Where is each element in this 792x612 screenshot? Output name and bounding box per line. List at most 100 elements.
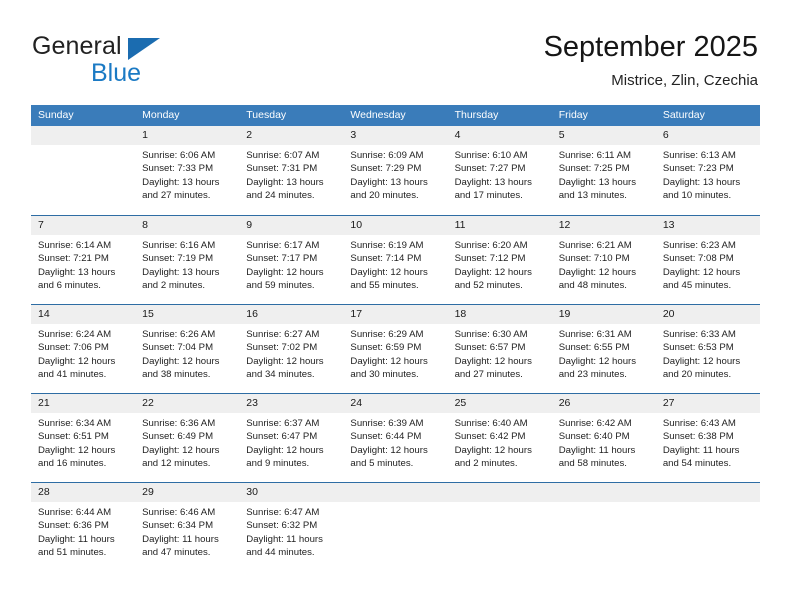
day-number: 9 bbox=[239, 216, 344, 235]
location-subtitle: Mistrice, Zlin, Czechia bbox=[611, 72, 758, 89]
week-row: 14 Sunrise: 6:24 AM Sunset: 7:06 PM Dayl… bbox=[31, 304, 760, 393]
day-details bbox=[552, 502, 656, 506]
day-cell[interactable]: 26 Sunrise: 6:42 AM Sunset: 6:40 PM Dayl… bbox=[551, 394, 656, 482]
day-cell[interactable]: 6 Sunrise: 6:13 AM Sunset: 7:23 PM Dayli… bbox=[655, 126, 760, 215]
day-details: Sunrise: 6:46 AM Sunset: 6:34 PM Dayligh… bbox=[135, 502, 239, 560]
sunset-text: Sunset: 6:59 PM bbox=[350, 342, 422, 354]
day-cell[interactable]: 18 Sunrise: 6:30 AM Sunset: 6:57 PM Dayl… bbox=[447, 305, 552, 393]
day-cell[interactable]: 7 Sunrise: 6:14 AM Sunset: 7:21 PM Dayli… bbox=[31, 216, 136, 304]
day-cell[interactable]: 30 Sunrise: 6:47 AM Sunset: 6:32 PM Dayl… bbox=[239, 483, 344, 571]
day-number: 1 bbox=[135, 126, 240, 145]
day-number: 18 bbox=[447, 305, 552, 324]
day-cell[interactable]: 3 Sunrise: 6:09 AM Sunset: 7:29 PM Dayli… bbox=[343, 126, 448, 215]
day-cell[interactable]: 11 Sunrise: 6:20 AM Sunset: 7:12 PM Dayl… bbox=[447, 216, 552, 304]
day-details bbox=[343, 502, 447, 506]
day-cell[interactable]: 15 Sunrise: 6:26 AM Sunset: 7:04 PM Dayl… bbox=[135, 305, 240, 393]
sunrise-text: Sunrise: 6:43 AM bbox=[662, 418, 736, 429]
sunrise-text: Sunrise: 6:29 AM bbox=[350, 329, 424, 340]
daylight-text-2: and 30 minutes. bbox=[350, 369, 419, 381]
sunset-text: Sunset: 6:38 PM bbox=[662, 431, 734, 443]
daylight-text-2: and 16 minutes. bbox=[38, 458, 107, 470]
weekday-header-saturday: Saturday bbox=[662, 109, 705, 121]
weekday-header-thursday: Thursday bbox=[454, 109, 499, 121]
day-cell[interactable]: 1 Sunrise: 6:06 AM Sunset: 7:33 PM Dayli… bbox=[135, 126, 240, 215]
day-cell[interactable]: 10 Sunrise: 6:19 AM Sunset: 7:14 PM Dayl… bbox=[343, 216, 448, 304]
day-cell[interactable] bbox=[551, 483, 656, 571]
day-cell[interactable] bbox=[655, 483, 760, 571]
day-number: 25 bbox=[447, 394, 552, 413]
sunset-text: Sunset: 7:08 PM bbox=[662, 253, 734, 265]
sunset-text: Sunset: 6:42 PM bbox=[454, 431, 526, 443]
sunset-text: Sunset: 6:32 PM bbox=[246, 520, 318, 532]
sunrise-text: Sunrise: 6:36 AM bbox=[142, 418, 216, 429]
day-cell[interactable]: 9 Sunrise: 6:17 AM Sunset: 7:17 PM Dayli… bbox=[239, 216, 344, 304]
daylight-text-2: and 6 minutes. bbox=[38, 280, 101, 292]
day-number: 22 bbox=[135, 394, 240, 413]
day-number: 6 bbox=[655, 126, 760, 145]
daylight-text-1: Daylight: 12 hours bbox=[142, 444, 220, 456]
day-cell[interactable]: 16 Sunrise: 6:27 AM Sunset: 7:02 PM Dayl… bbox=[239, 305, 344, 393]
day-number: 21 bbox=[31, 394, 136, 413]
sunset-text: Sunset: 7:17 PM bbox=[246, 253, 318, 265]
sunset-text: Sunset: 7:25 PM bbox=[558, 163, 630, 175]
daylight-text-1: Daylight: 13 hours bbox=[246, 176, 324, 188]
day-cell[interactable]: 19 Sunrise: 6:31 AM Sunset: 6:55 PM Dayl… bbox=[551, 305, 656, 393]
day-cell[interactable]: 20 Sunrise: 6:33 AM Sunset: 6:53 PM Dayl… bbox=[655, 305, 760, 393]
day-number: 4 bbox=[447, 126, 552, 145]
daylight-text-2: and 34 minutes. bbox=[246, 369, 315, 381]
day-cell[interactable]: 21 Sunrise: 6:34 AM Sunset: 6:51 PM Dayl… bbox=[31, 394, 136, 482]
day-cell[interactable]: 5 Sunrise: 6:11 AM Sunset: 7:25 PM Dayli… bbox=[551, 126, 656, 215]
daylight-text-2: and 47 minutes. bbox=[142, 547, 211, 559]
sunrise-text: Sunrise: 6:30 AM bbox=[454, 329, 528, 340]
sunset-text: Sunset: 6:57 PM bbox=[454, 342, 526, 354]
sunset-text: Sunset: 7:33 PM bbox=[142, 163, 214, 175]
day-number: 20 bbox=[655, 305, 760, 324]
sunrise-text: Sunrise: 6:19 AM bbox=[350, 240, 424, 251]
logo-triangle-icon bbox=[128, 38, 160, 60]
day-cell[interactable] bbox=[343, 483, 448, 571]
daylight-text-2: and 41 minutes. bbox=[38, 369, 107, 381]
day-cell[interactable]: 2 Sunrise: 6:07 AM Sunset: 7:31 PM Dayli… bbox=[239, 126, 344, 215]
day-cell[interactable]: 28 Sunrise: 6:44 AM Sunset: 6:36 PM Dayl… bbox=[31, 483, 136, 571]
weekday-header-monday: Monday bbox=[142, 109, 180, 121]
daylight-text-2: and 27 minutes. bbox=[142, 190, 211, 202]
day-cell[interactable]: 25 Sunrise: 6:40 AM Sunset: 6:42 PM Dayl… bbox=[447, 394, 552, 482]
daylight-text-1: Daylight: 11 hours bbox=[142, 533, 219, 545]
daylight-text-1: Daylight: 12 hours bbox=[38, 444, 116, 456]
day-cell[interactable]: 12 Sunrise: 6:21 AM Sunset: 7:10 PM Dayl… bbox=[551, 216, 656, 304]
daylight-text-1: Daylight: 12 hours bbox=[38, 355, 116, 367]
day-cell[interactable]: 22 Sunrise: 6:36 AM Sunset: 6:49 PM Dayl… bbox=[135, 394, 240, 482]
day-details: Sunrise: 6:19 AM Sunset: 7:14 PM Dayligh… bbox=[343, 235, 447, 293]
weekday-header-row: Sunday Monday Tuesday Wednesday Thursday… bbox=[31, 105, 760, 126]
sunset-text: Sunset: 6:34 PM bbox=[142, 520, 214, 532]
daylight-text-1: Daylight: 12 hours bbox=[350, 266, 428, 278]
daylight-text-2: and 9 minutes. bbox=[246, 458, 310, 470]
daylight-text-1: Daylight: 12 hours bbox=[454, 444, 532, 456]
daylight-text-1: Daylight: 12 hours bbox=[142, 355, 220, 367]
sunrise-text: Sunrise: 6:14 AM bbox=[38, 240, 112, 251]
day-number: 3 bbox=[343, 126, 448, 145]
sunrise-text: Sunrise: 6:24 AM bbox=[38, 329, 112, 340]
sunset-text: Sunset: 7:27 PM bbox=[454, 163, 526, 175]
sunset-text: Sunset: 6:40 PM bbox=[558, 431, 630, 443]
day-cell[interactable]: 13 Sunrise: 6:23 AM Sunset: 7:08 PM Dayl… bbox=[655, 216, 760, 304]
day-details: Sunrise: 6:33 AM Sunset: 6:53 PM Dayligh… bbox=[656, 324, 760, 382]
day-cell[interactable]: 17 Sunrise: 6:29 AM Sunset: 6:59 PM Dayl… bbox=[343, 305, 448, 393]
day-cell[interactable]: 14 Sunrise: 6:24 AM Sunset: 7:06 PM Dayl… bbox=[31, 305, 136, 393]
day-cell[interactable]: 23 Sunrise: 6:37 AM Sunset: 6:47 PM Dayl… bbox=[239, 394, 344, 482]
day-cell[interactable]: 29 Sunrise: 6:46 AM Sunset: 6:34 PM Dayl… bbox=[135, 483, 240, 571]
daylight-text-1: Daylight: 13 hours bbox=[662, 176, 741, 188]
day-cell[interactable] bbox=[447, 483, 552, 571]
sunset-text: Sunset: 7:04 PM bbox=[142, 342, 214, 354]
day-cell[interactable]: 4 Sunrise: 6:10 AM Sunset: 7:27 PM Dayli… bbox=[447, 126, 552, 215]
day-cell[interactable]: 27 Sunrise: 6:43 AM Sunset: 6:38 PM Dayl… bbox=[655, 394, 760, 482]
day-cell[interactable]: 24 Sunrise: 6:39 AM Sunset: 6:44 PM Dayl… bbox=[343, 394, 448, 482]
sunrise-text: Sunrise: 6:13 AM bbox=[662, 150, 736, 161]
daylight-text-1: Daylight: 11 hours bbox=[246, 533, 323, 545]
sunrise-text: Sunrise: 6:16 AM bbox=[142, 240, 216, 251]
daylight-text-1: Daylight: 13 hours bbox=[142, 266, 220, 278]
day-cell[interactable]: 8 Sunrise: 6:16 AM Sunset: 7:19 PM Dayli… bbox=[135, 216, 240, 304]
title-block: September 2025 Mistrice, Zlin, Czechia bbox=[544, 30, 758, 90]
day-details: Sunrise: 6:37 AM Sunset: 6:47 PM Dayligh… bbox=[239, 413, 343, 471]
day-cell[interactable] bbox=[31, 126, 136, 215]
